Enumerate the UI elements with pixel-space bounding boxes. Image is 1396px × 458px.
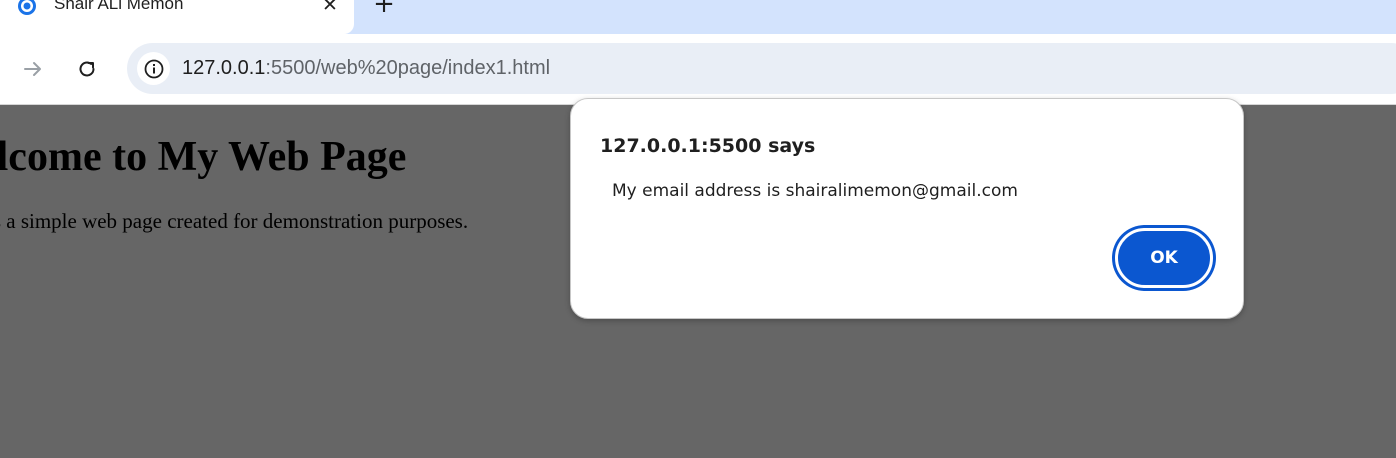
page-paragraph: is a simple web page created for demonst… [0,209,469,233]
tab-strip: Shair ALi Memon ✕ + [0,0,1396,34]
plus-icon[interactable]: + [370,0,398,19]
arrow-right-icon[interactable] [18,54,48,84]
address-bar[interactable]: 127.0.0.1:5500/web%20page/index1.html [127,43,1396,94]
close-icon[interactable]: ✕ [318,0,342,17]
page-heading: elcome to My Web Page [0,134,407,180]
ok-button[interactable]: OK [1115,228,1213,288]
browser-toolbar: 127.0.0.1:5500/web%20page/index1.html [0,34,1396,105]
alert-dialog: 127.0.0.1:5500 says My email address is … [570,98,1244,319]
url-host: 127.0.0.1 [182,57,266,79]
url-text[interactable]: 127.0.0.1:5500/web%20page/index1.html [182,57,550,80]
chrome-app-icon [17,0,37,16]
dialog-title: 127.0.0.1:5500 says [600,135,816,157]
tab-active[interactable]: Shair ALi Memon ✕ [0,0,354,34]
reload-icon[interactable] [72,54,102,84]
tab-title: Shair ALi Memon [54,0,184,13]
dialog-message: My email address is shairalimemon@gmail.… [612,181,1018,201]
info-icon[interactable] [137,52,170,85]
url-path: :5500/web%20page/index1.html [265,57,551,79]
